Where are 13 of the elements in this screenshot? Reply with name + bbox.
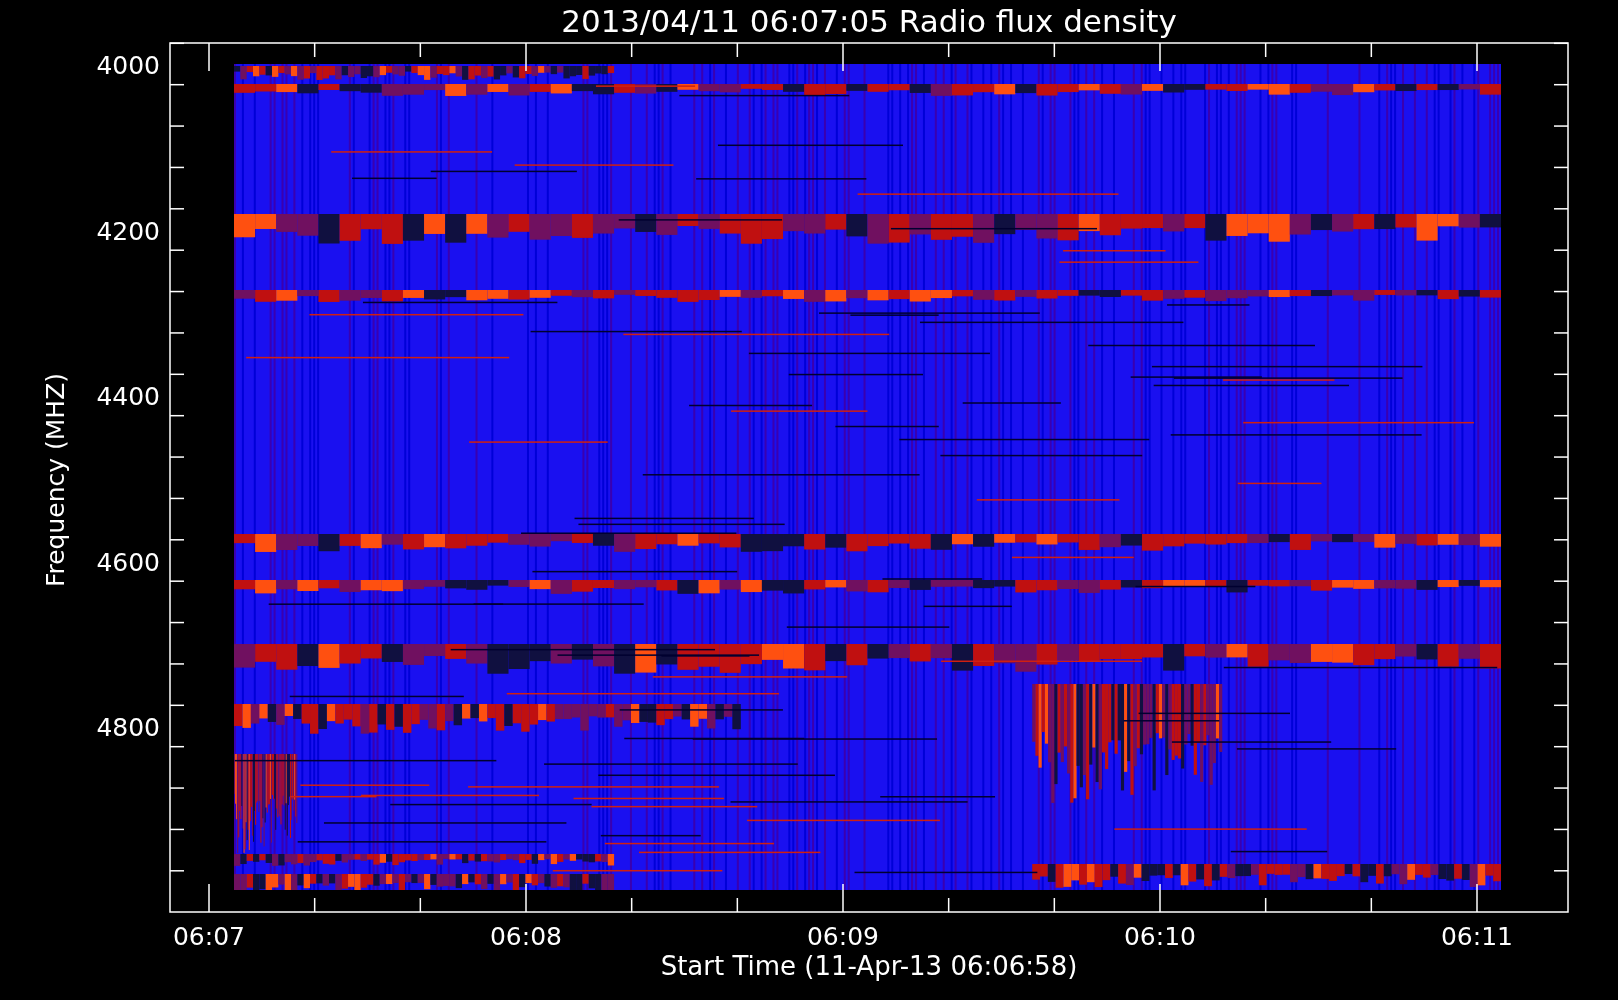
tick-label: 4400: [96, 382, 160, 411]
axis-label: Start Time (11-Apr-13 06:06:58): [660, 951, 1078, 981]
plot-title: 2013/04/11 06:07:05 Radio flux density: [561, 3, 1177, 39]
tick-label: 06:11: [1441, 922, 1513, 951]
tick-label: 4200: [96, 216, 160, 246]
tick-label: 4800: [96, 713, 160, 742]
tick-label: 4600: [96, 547, 160, 577]
tick-label: 06:08: [490, 922, 562, 951]
tick-label: 06:09: [807, 922, 879, 951]
tick-label: 4000: [96, 51, 160, 80]
axis-label: Frequency (MHZ): [41, 372, 70, 588]
tick-label: 06:07: [173, 922, 245, 951]
tick-label: 06:10: [1124, 922, 1196, 951]
